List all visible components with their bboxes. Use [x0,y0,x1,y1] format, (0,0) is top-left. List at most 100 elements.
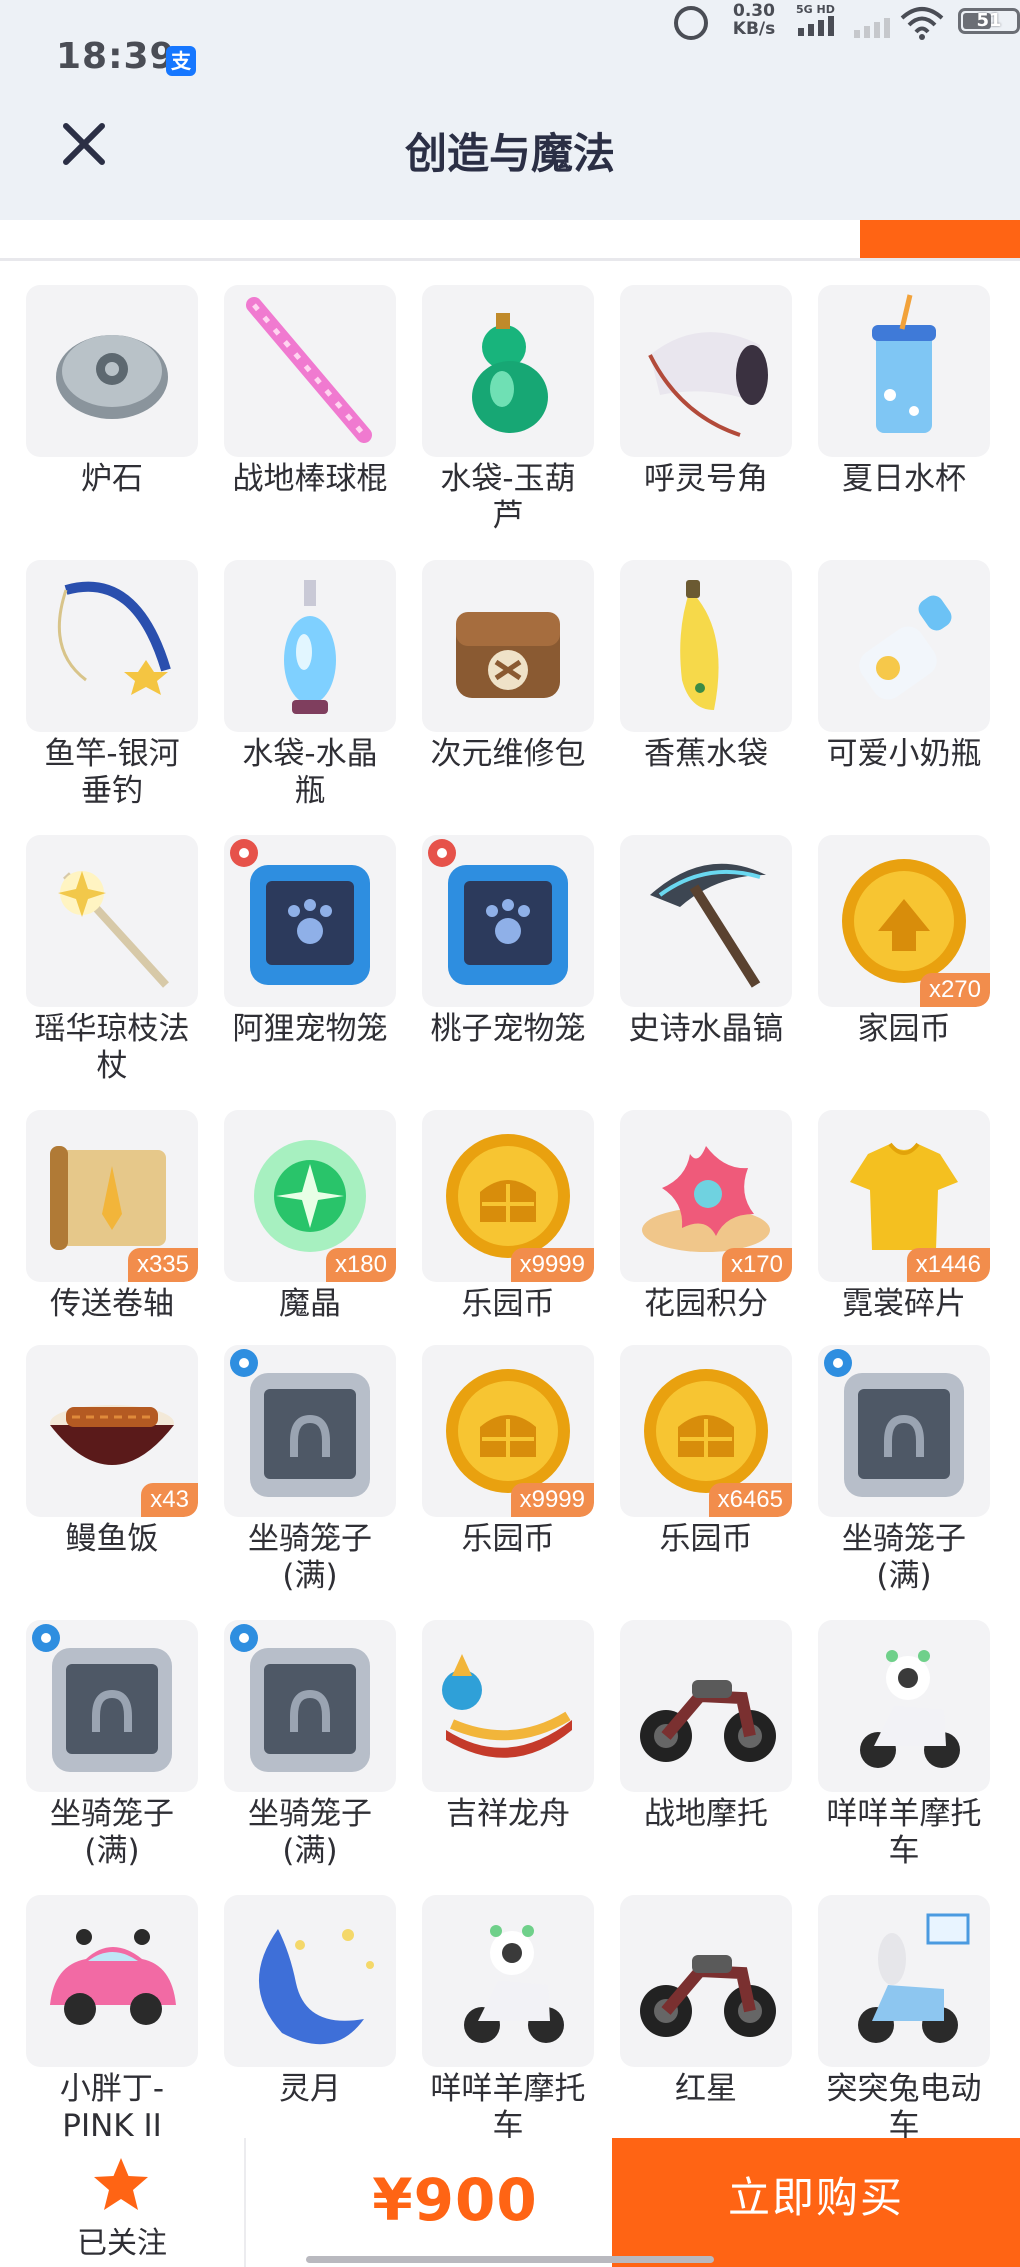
item-thumbnail [224,1345,396,1517]
item-name-line: (满) [876,1558,932,1594]
item-name-line: 夏日水杯 [842,461,966,497]
item-thumbnail [224,835,396,1007]
item-card[interactable]: 香蕉水袋 [614,560,798,830]
item-name-line: 车 [888,1833,920,1869]
item-name: 炉石 [20,461,204,498]
item-thumbnail [422,835,594,1007]
item-name-line: 鱼竿-银河 [44,736,180,772]
item-card[interactable]: 水袋-水晶瓶 [218,560,402,830]
item-thumbnail [818,560,990,732]
item-card[interactable]: 咩咩羊摩托车 [416,1895,600,2165]
item-thumbnail: x180 [224,1110,396,1282]
item-thumbnail: x9999 [422,1345,594,1517]
item-card[interactable]: 呼灵号角 [614,285,798,555]
item-card[interactable]: x1446 霓裳碎片 [812,1110,996,1380]
item-name-line: 可爱小奶瓶 [826,736,982,772]
item-name: 咩咩羊摩托车 [416,2071,600,2145]
item-name-line: 杖 [96,1048,128,1084]
item-card[interactable]: x9999 乐园币 [416,1110,600,1380]
item-name-line: 乐园币 [461,1286,555,1322]
item-name: 魔晶 [218,1286,402,1323]
item-card[interactable]: 水袋-玉葫芦 [416,285,600,555]
item-thumbnail [620,835,792,1007]
item-card[interactable]: 可爱小奶瓶 [812,560,996,830]
item-name-line: 战地棒球棍 [232,461,388,497]
item-thumbnail [224,1620,396,1792]
item-name-line: 咩咩羊摩托 [430,2071,586,2107]
item-name: 传送卷轴 [20,1286,204,1323]
item-card[interactable]: 坐骑笼子 (满) [218,1620,402,1890]
item-thumbnail [422,285,594,457]
star-icon [94,2158,148,2210]
item-card[interactable]: x9999 乐园币 [416,1345,600,1615]
top-header: 18:39 支 0.30 KB/s 5G HD 51 创造与魔法 [0,0,1020,220]
item-card[interactable]: x335 传送卷轴 [20,1110,204,1380]
quantity-badge: x170 [721,1248,792,1282]
follow-button[interactable]: 已关注 [0,2138,246,2267]
pickaxe-icon [650,863,766,988]
item-name-line: 战地摩托 [644,1796,768,1832]
crystal-bottle-icon [284,580,336,714]
item-name: 家园币 [812,1011,996,1048]
item-thumbnail: x270 [818,835,990,1007]
item-card[interactable]: 小胖丁- PINK II [20,1895,204,2165]
item-name: 战地摩托 [614,1796,798,1833]
mount-cage-icon [230,1349,370,1497]
item-name-line: 霓裳碎片 [842,1286,966,1322]
item-name-line: 魔晶 [279,1286,341,1322]
item-card[interactable]: 次元维修包 [416,560,600,830]
network-speed: 0.30 KB/s [718,2,790,38]
item-name: 小胖丁- PINK II [20,2071,204,2145]
item-name-line: 水袋-水晶 [242,736,378,772]
motorcycle-icon [640,1680,776,1762]
item-name-line: 坐骑笼子 [248,1521,372,1557]
item-name: 坐骑笼子 (满) [218,1521,402,1595]
item-card[interactable]: 吉祥龙舟 [416,1620,600,1890]
dragon-boat-icon [442,1654,572,1758]
item-thumbnail [26,1620,198,1792]
sheep-scooter-icon [860,1650,960,1768]
item-card[interactable]: 瑶华琼枝法杖 [20,835,204,1105]
item-name-line: 家园币 [857,1011,951,1047]
item-card[interactable]: 坐骑笼子 (满) [812,1345,996,1615]
item-thumbnail [620,1895,792,2067]
item-name-line: 瓶 [294,773,326,809]
item-card[interactable]: x6465 乐园币 [614,1345,798,1615]
item-thumbnail: x170 [620,1110,792,1282]
battery-icon: 51 [958,8,1020,34]
item-name: 呼灵号角 [614,461,798,498]
motorcycle-icon [640,1955,776,2037]
item-card[interactable]: 红星 [614,1895,798,2165]
item-card[interactable]: 灵月 [218,1895,402,2165]
item-card[interactable]: 坐骑笼子 (满) [218,1345,402,1615]
jade-gourd-icon [472,313,548,433]
item-card[interactable]: 阿狸宠物笼 [218,835,402,1105]
item-card[interactable]: 咩咩羊摩托车 [812,1620,996,1890]
cell-signal-icon: 5G HD [796,3,835,36]
buy-now-button[interactable]: 立即购买 [612,2138,1020,2267]
item-name: 突突兔电动车 [812,2071,996,2145]
quantity-badge: x180 [325,1248,396,1282]
item-card[interactable]: 炉石 [20,285,204,555]
item-card[interactable]: x170 花园积分 [614,1110,798,1380]
item-card[interactable]: 突突兔电动车 [812,1895,996,2165]
item-card[interactable]: 夏日水杯 [812,285,996,555]
item-card[interactable]: 战地摩托 [614,1620,798,1890]
mount-cage-icon [230,1624,370,1772]
item-card[interactable]: x180 魔晶 [218,1110,402,1380]
network-label: 5G HD [796,3,835,16]
item-thumbnail: x1446 [818,1110,990,1282]
item-card[interactable]: 鱼竿-银河 垂钓 [20,560,204,830]
item-card[interactable]: x270 家园币 [812,835,996,1105]
active-tab-indicator[interactable] [860,220,1020,258]
item-card[interactable]: x43 鳗鱼饭 [20,1345,204,1615]
item-card[interactable]: 史诗水晶镐 [614,835,798,1105]
milk-bottle-icon [859,595,952,700]
item-card[interactable]: 桃子宠物笼 [416,835,600,1105]
item-thumbnail [224,1895,396,2067]
page-title: 创造与魔法 [404,129,615,178]
item-name-line: 炉石 [81,461,143,497]
item-name-line: (满) [84,1833,140,1869]
item-card[interactable]: 坐骑笼子 (满) [20,1620,204,1890]
item-card[interactable]: 战地棒球棍 [218,285,402,555]
